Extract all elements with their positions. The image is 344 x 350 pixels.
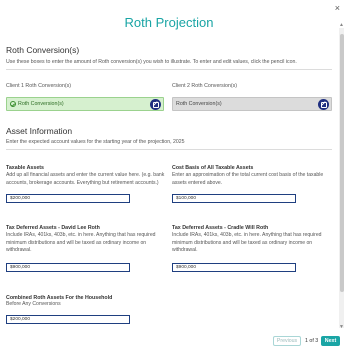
taxable-assets-description: Add up all financial assets and enter th…: [6, 172, 165, 186]
cost-basis-description: Enter an approximation of the total curr…: [172, 172, 324, 186]
tax-deferred-client2-input[interactable]: [172, 263, 296, 272]
asset-information-heading: Asset Information: [6, 126, 73, 136]
taxable-assets-input[interactable]: [6, 194, 130, 203]
pencil-icon: [152, 101, 159, 108]
previous-button[interactable]: Previous: [273, 336, 301, 346]
tax-deferred-client2-description: Include IRAs, 401ks, 403b, etc. in here.…: [172, 232, 322, 254]
combined-roth-input[interactable]: [6, 315, 130, 324]
cost-basis-label: Cost Basis of All Taxable Assets: [172, 165, 254, 171]
tax-deferred-client2-label: Tax Deferred Assets - Cradle Will Roth: [172, 225, 269, 231]
taxable-assets-label: Taxable Assets: [6, 165, 44, 171]
client1-edit-button[interactable]: [150, 99, 161, 110]
tax-deferred-client1-label: Tax Deferred Assets - David Lee Roth: [6, 225, 100, 231]
client1-roth-label: Client 1 Roth Conversion(s): [6, 83, 72, 89]
client2-roth-conversion-field: Roth Conversion(s): [172, 97, 332, 111]
client2-roth-label: Client 2 Roth Conversion(s): [172, 83, 238, 89]
client1-roth-conversion-field: Roth Conversion(s): [6, 97, 164, 111]
next-button[interactable]: Next: [321, 336, 340, 346]
client1-roth-conversion-value: Roth Conversion(s): [18, 101, 64, 107]
client2-edit-button[interactable]: [318, 99, 329, 110]
tax-deferred-client1-input[interactable]: [6, 263, 130, 272]
page-indicator: 1 of 3: [305, 338, 319, 344]
pencil-icon: [320, 101, 327, 108]
combined-roth-description: Before Any Conversions: [6, 301, 61, 307]
page-title: Roth Projection: [124, 15, 214, 30]
scroll-up-icon[interactable]: ▲: [339, 22, 344, 28]
client2-roth-conversion-value: Roth Conversion(s): [176, 101, 222, 107]
dialog-body: Roth Projection Roth Conversion(s) Use t…: [0, 0, 338, 332]
cost-basis-input[interactable]: [172, 194, 296, 203]
scroll-down-icon[interactable]: ▼: [339, 324, 344, 330]
close-icon[interactable]: ×: [335, 3, 340, 13]
tax-deferred-client1-description: Include IRAs, 401ks, 403b, etc. in here.…: [6, 232, 156, 254]
check-circle-icon: [10, 101, 16, 107]
section-divider: [6, 69, 332, 70]
asset-information-description: Enter the expected account values for th…: [6, 139, 185, 145]
roth-conversions-heading: Roth Conversion(s): [6, 45, 80, 55]
scrollbar-thumb[interactable]: [339, 34, 344, 292]
roth-conversions-description: Use these boxes to enter the amount of R…: [6, 59, 297, 65]
section-divider: [6, 149, 332, 150]
